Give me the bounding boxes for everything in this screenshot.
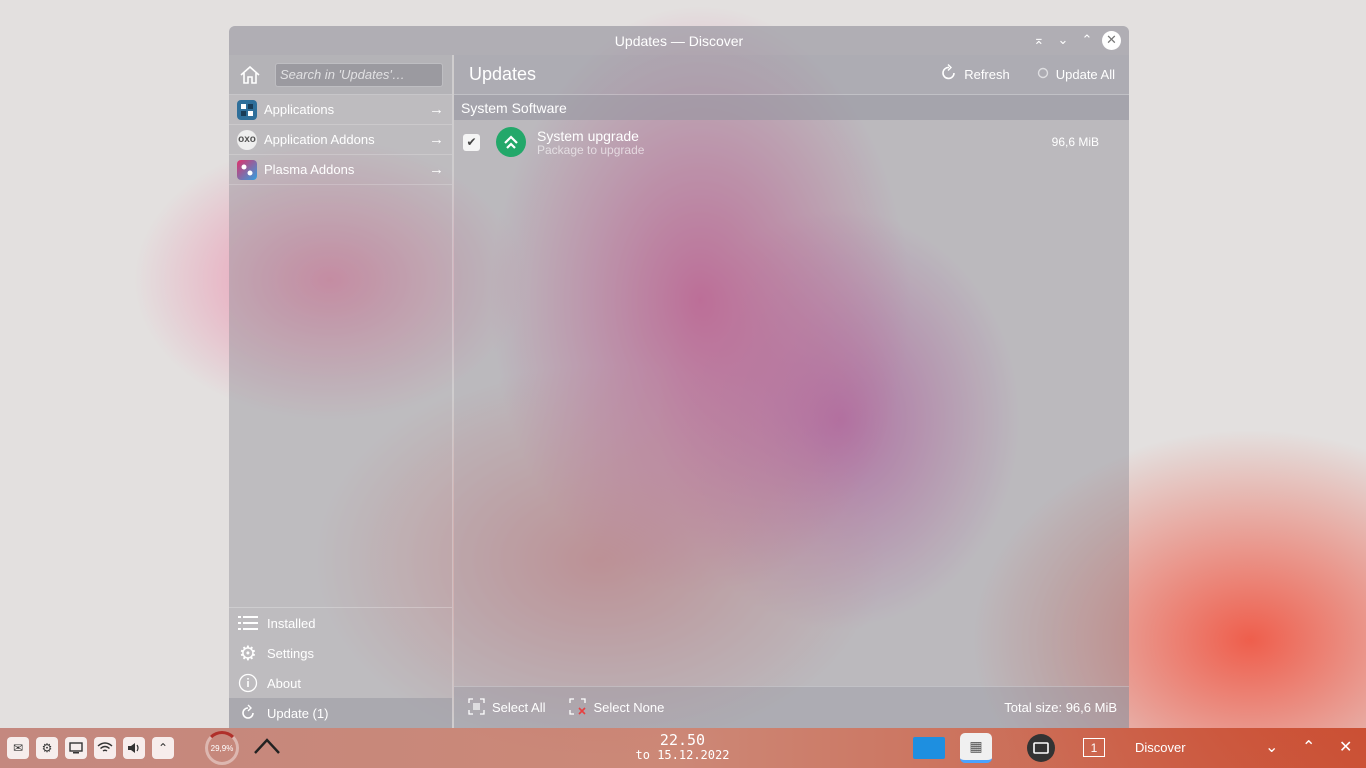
sidebar-item-label: Installed bbox=[267, 615, 316, 631]
active-window-title[interactable]: Discover bbox=[1135, 740, 1186, 755]
refresh-icon bbox=[940, 64, 958, 85]
discover-task-icon[interactable]: ▦ bbox=[960, 733, 992, 763]
select-none-icon bbox=[569, 697, 587, 718]
refresh-label: Refresh bbox=[964, 67, 1010, 82]
chevron-up-icon[interactable]: ⌃ bbox=[152, 737, 174, 759]
update-all-label: Update All bbox=[1055, 67, 1115, 82]
main-panel: Updates Refresh Update All System Softwa… bbox=[454, 55, 1129, 728]
arrow-right-icon: → bbox=[429, 161, 444, 178]
taskbar: ✉ ⚙ ⌃ 29,9% 22.50 to 15.12.2022 ▦ 1 Disc… bbox=[0, 728, 1366, 768]
sidebar: Applications → oxo Application Addons → … bbox=[229, 55, 453, 728]
sidebar-item-label: Update (1) bbox=[267, 705, 329, 721]
page-title: Updates bbox=[469, 64, 537, 84]
sidebar-item-label: Application Addons bbox=[264, 132, 375, 147]
clock-time: 22.50 bbox=[659, 731, 706, 749]
clock-date: to 15.12.2022 bbox=[635, 748, 730, 762]
update-all-button[interactable]: Update All bbox=[1036, 66, 1115, 83]
info-icon bbox=[237, 673, 259, 693]
sidebar-item-about[interactable]: About bbox=[229, 668, 452, 698]
update-all-icon bbox=[1036, 66, 1050, 83]
wifi-icon[interactable] bbox=[94, 737, 116, 759]
list-icon bbox=[237, 615, 259, 631]
sidebar-item-plasma-addons[interactable]: Plasma Addons → bbox=[229, 155, 452, 185]
sidebar-item-label: Plasma Addons bbox=[264, 162, 355, 177]
section-header: System Software bbox=[454, 95, 1129, 120]
cpu-load-monitor[interactable]: 29,9% bbox=[205, 731, 239, 765]
close-icon[interactable]: ✕ bbox=[1339, 737, 1352, 757]
virtual-desktop-pager[interactable]: 1 bbox=[1083, 738, 1105, 757]
application-addons-icon: oxo bbox=[237, 129, 257, 150]
refresh-button[interactable]: Refresh bbox=[940, 64, 1010, 85]
update-icon bbox=[237, 704, 259, 722]
sidebar-item-applications[interactable]: Applications → bbox=[229, 95, 452, 125]
select-all-button[interactable]: Select All bbox=[468, 697, 546, 718]
sidebar-item-update[interactable]: Update (1) bbox=[229, 698, 452, 728]
gear-icon: ⚙ bbox=[239, 642, 257, 665]
chevron-up-icon[interactable]: ⌃ bbox=[1302, 737, 1315, 757]
sidebar-item-label: About bbox=[267, 675, 301, 691]
display-icon[interactable] bbox=[65, 737, 87, 759]
sidebar-item-settings[interactable]: ⚙ Settings bbox=[229, 638, 452, 668]
package-name: System upgrade bbox=[537, 127, 639, 144]
select-all-icon bbox=[468, 697, 485, 718]
application-launcher-icon[interactable] bbox=[253, 737, 281, 761]
list-item[interactable]: ✔ System upgrade Package to upgrade 96,6… bbox=[454, 120, 1129, 164]
volume-icon[interactable] bbox=[123, 737, 145, 759]
package-size: 96,6 MiB bbox=[1051, 135, 1099, 149]
package-subtitle: Package to upgrade bbox=[537, 142, 645, 157]
sidebar-item-label: Settings bbox=[267, 645, 314, 661]
mail-icon[interactable]: ✉ bbox=[7, 737, 29, 759]
sidebar-item-application-addons[interactable]: oxo Application Addons → bbox=[229, 125, 452, 155]
maximize-button[interactable]: ⌃ bbox=[1078, 30, 1096, 50]
arrow-right-icon: → bbox=[429, 101, 444, 118]
total-size: Total size: 96,6 MiB bbox=[1004, 700, 1117, 715]
main-footer: Select All Select None Total size: 96,6 … bbox=[454, 686, 1129, 728]
chevron-down-icon[interactable]: ⌄ bbox=[1265, 737, 1278, 757]
window-controls: ⌅ ⌄ ⌃ ✕ bbox=[1030, 30, 1121, 50]
arrow-right-icon: → bbox=[429, 131, 444, 148]
select-none-label: Select None bbox=[593, 700, 665, 715]
sidebar-item-label: Applications bbox=[264, 102, 335, 117]
digital-clock[interactable]: 22.50 to 15.12.2022 bbox=[620, 732, 745, 762]
sidebar-header bbox=[229, 55, 452, 95]
select-none-button[interactable]: Select None bbox=[569, 697, 665, 718]
discover-window: Updates — Discover ⌅ ⌄ ⌃ ✕ Applications … bbox=[229, 26, 1129, 728]
window-title: Updates — Discover bbox=[614, 32, 744, 49]
search-input[interactable] bbox=[275, 62, 443, 87]
applications-icon bbox=[237, 99, 257, 120]
package-text: System upgrade Package to upgrade bbox=[537, 128, 644, 157]
keep-above-button[interactable]: ⌅ bbox=[1030, 30, 1048, 50]
show-windows-icon[interactable] bbox=[1027, 734, 1055, 762]
close-button[interactable]: ✕ bbox=[1102, 30, 1121, 50]
main-header: Updates Refresh Update All bbox=[454, 55, 1129, 95]
file-manager-icon[interactable] bbox=[913, 737, 945, 759]
system-upgrade-icon bbox=[496, 127, 526, 157]
plasma-addons-icon bbox=[237, 159, 257, 180]
home-icon[interactable] bbox=[237, 62, 263, 88]
minimize-button[interactable]: ⌄ bbox=[1054, 30, 1072, 50]
sidebar-bottom-nav: Installed ⚙ Settings About Update (1) bbox=[229, 607, 452, 728]
gear-icon[interactable]: ⚙ bbox=[36, 737, 58, 759]
window-titlebar[interactable]: Updates — Discover ⌅ ⌄ ⌃ ✕ bbox=[229, 26, 1129, 55]
select-all-label: Select All bbox=[492, 700, 546, 715]
update-checkbox[interactable]: ✔ bbox=[463, 133, 480, 151]
sidebar-item-installed[interactable]: Installed bbox=[229, 608, 452, 638]
